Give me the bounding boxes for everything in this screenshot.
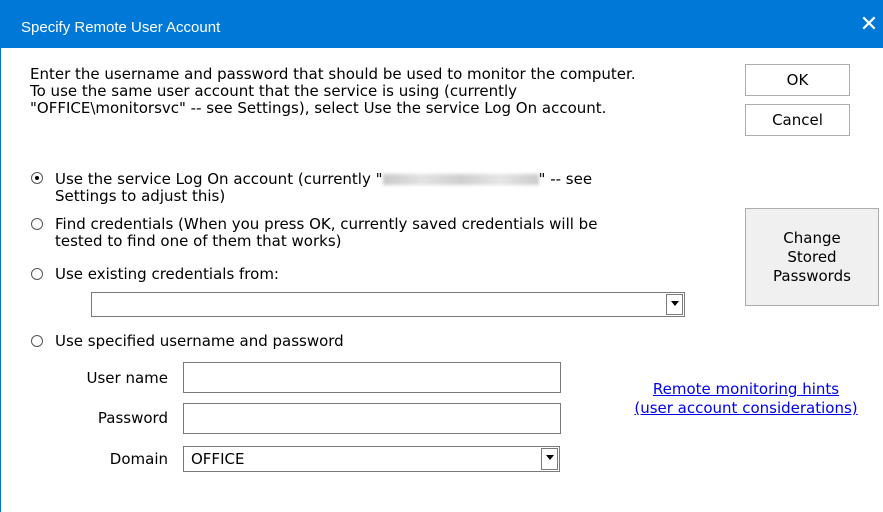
option-specified-credentials-label[interactable]: Use specified username and password [55, 333, 344, 350]
option-existing-credentials-label[interactable]: Use existing credentials from: [55, 266, 279, 283]
ok-button[interactable]: OK [745, 64, 850, 96]
cancel-button[interactable]: Cancel [745, 104, 850, 136]
domain-label: Domain [109, 450, 168, 468]
username-label: User name [86, 369, 169, 387]
title-bar[interactable]: Specify Remote User Account ✕ [1, 0, 883, 48]
cancel-button-label: Cancel [772, 111, 823, 129]
option-service-account-label[interactable]: Use the service Log On account (currentl… [55, 171, 735, 205]
close-icon[interactable]: ✕ [854, 10, 883, 40]
remote-monitoring-hints-link[interactable]: Remote monitoring hints (user account co… [615, 380, 877, 418]
radio-find-credentials[interactable] [31, 218, 43, 230]
ok-button-label: OK [786, 71, 809, 89]
password-field[interactable] [183, 403, 561, 434]
domain-dropdown[interactable]: OFFICE [183, 446, 560, 472]
window-title: Specify Remote User Account [21, 19, 221, 36]
change-stored-passwords-label: Change Stored Passwords [773, 228, 851, 285]
change-stored-passwords-button[interactable]: Change Stored Passwords [745, 208, 879, 306]
find-credentials-line2: tested to find one of them that works) [55, 232, 342, 250]
service-account-line2: Settings to adjust this) [55, 187, 226, 205]
instructions-text: Enter the username and password that sho… [30, 65, 636, 117]
find-credentials-line1: Find credentials (When you press OK, cur… [55, 215, 598, 233]
existing-credentials-dropdown[interactable] [91, 292, 685, 317]
radio-existing-credentials[interactable] [31, 268, 43, 280]
option-find-credentials-label[interactable]: Find credentials (When you press OK, cur… [55, 216, 735, 250]
chevron-down-icon[interactable] [541, 448, 558, 470]
service-account-suffix: " -- see [538, 170, 593, 188]
domain-value: OFFICE [191, 450, 245, 468]
radio-service-account[interactable] [31, 172, 43, 184]
chevron-down-icon[interactable] [666, 294, 683, 315]
dialog-window: Specify Remote User Account ✕ Enter the … [0, 0, 883, 512]
redacted-account-name [382, 174, 539, 185]
password-label: Password [97, 409, 168, 427]
username-field[interactable] [183, 362, 561, 393]
radio-specified-credentials[interactable] [31, 335, 43, 347]
service-account-prefix: Use the service Log On account (currentl… [55, 170, 383, 188]
